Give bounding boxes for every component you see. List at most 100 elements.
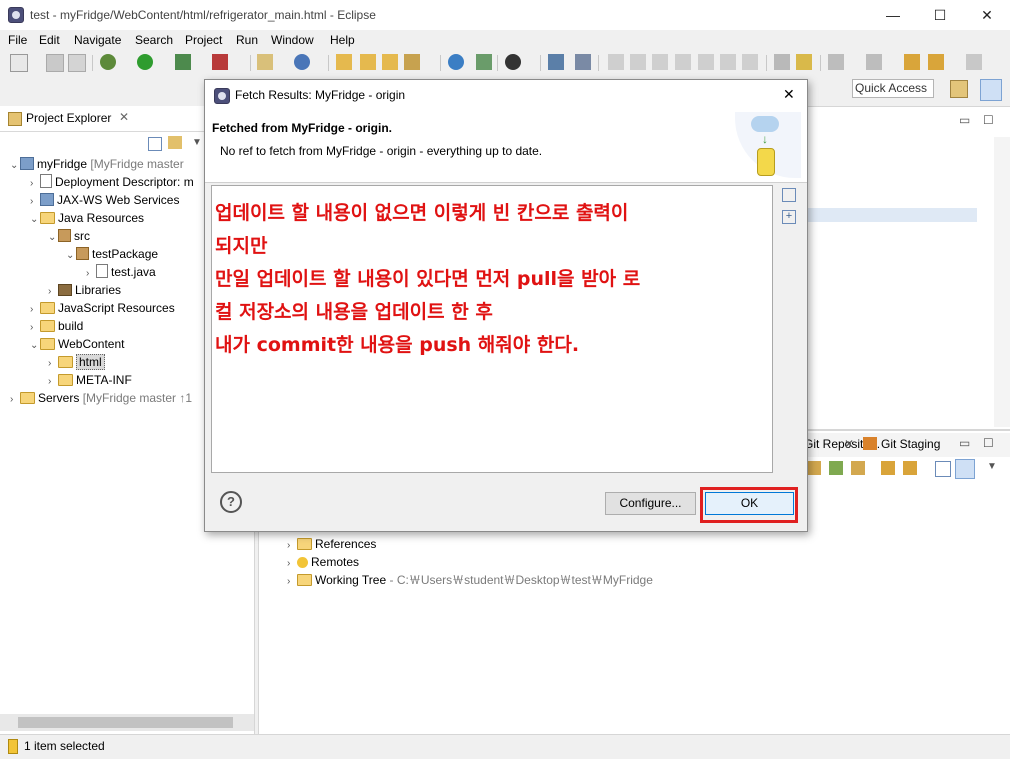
tree-item-meta-inf[interactable]: › META-INF bbox=[48, 371, 132, 389]
server-icon[interactable] bbox=[212, 54, 228, 70]
javaee-perspective-icon[interactable] bbox=[980, 79, 1002, 101]
menu-navigate[interactable]: Navigate bbox=[74, 33, 121, 47]
menu-edit[interactable]: Edit bbox=[39, 33, 60, 47]
tree-item-references[interactable]: › References bbox=[287, 535, 376, 553]
mark-occurrences-icon[interactable] bbox=[796, 54, 812, 70]
chevron-down-icon[interactable]: ⌄ bbox=[48, 229, 58, 247]
console-icon[interactable] bbox=[548, 54, 564, 70]
menu-run[interactable]: Run bbox=[236, 33, 258, 47]
last-edit-icon[interactable] bbox=[904, 54, 920, 70]
menu-search[interactable]: Search bbox=[135, 33, 173, 47]
maximize-button[interactable]: ☐ bbox=[917, 0, 963, 30]
maximize-view-icon[interactable]: ☐ bbox=[983, 113, 994, 127]
chevron-down-icon[interactable]: ⌄ bbox=[10, 157, 20, 175]
forward-icon[interactable] bbox=[966, 54, 982, 70]
vertical-scrollbar[interactable] bbox=[994, 137, 1010, 427]
minimize-button[interactable]: — bbox=[870, 0, 916, 30]
tree-label: Working Tree bbox=[315, 573, 387, 587]
dialog-close-button[interactable]: ✕ bbox=[783, 86, 795, 103]
search-icon[interactable] bbox=[476, 54, 492, 70]
new-icon[interactable] bbox=[10, 54, 28, 72]
minimize-view-icon[interactable]: ▭ bbox=[959, 113, 970, 127]
expand-all-icon[interactable]: + bbox=[782, 210, 796, 224]
tree-item-libraries[interactable]: › Libraries bbox=[48, 281, 121, 299]
pen-icon[interactable] bbox=[404, 54, 420, 70]
tree-item-java-resources[interactable]: ⌄ Java Resources bbox=[30, 209, 144, 227]
back-icon[interactable] bbox=[928, 54, 944, 70]
chevron-right-icon[interactable]: › bbox=[287, 573, 297, 591]
add-repository-icon[interactable] bbox=[807, 461, 821, 475]
open-folder-icon[interactable] bbox=[382, 54, 398, 70]
run-icon[interactable] bbox=[137, 54, 153, 70]
tree-item-deployment-descriptor[interactable]: › Deployment Descriptor: m bbox=[30, 173, 194, 191]
debug-icon[interactable] bbox=[100, 54, 116, 70]
folder-icon bbox=[58, 374, 73, 386]
open-perspective-icon[interactable] bbox=[950, 80, 968, 98]
pin-icon[interactable] bbox=[575, 54, 591, 70]
collapse-all-icon[interactable] bbox=[935, 461, 951, 477]
help-icon[interactable]: ? bbox=[220, 491, 242, 513]
toggle-icon[interactable] bbox=[774, 54, 790, 70]
tree-item-javascript-resources[interactable]: › JavaScript Resources bbox=[30, 299, 175, 317]
save-icon[interactable] bbox=[46, 54, 64, 72]
chevron-down-icon[interactable]: ⌄ bbox=[30, 211, 40, 229]
clone-repository-icon[interactable] bbox=[829, 461, 843, 475]
chevron-right-icon[interactable]: › bbox=[10, 391, 20, 409]
step-over-icon bbox=[720, 54, 736, 70]
tree-label: Servers bbox=[38, 391, 80, 405]
fetch-results-area[interactable]: 업데이트 할 내용이 없으면 이렇게 빈 칸으로 출력이 되지만 만일 업데이트… bbox=[211, 185, 773, 473]
ok-button[interactable]: OK bbox=[705, 492, 794, 515]
collapse-all-icon[interactable] bbox=[782, 188, 796, 202]
view-menu-icon[interactable]: ▼ bbox=[192, 137, 202, 148]
tree-item-servers[interactable]: › Servers [MyFridge master ↑1 bbox=[10, 389, 192, 407]
create-repository-icon[interactable] bbox=[851, 461, 865, 475]
folder-icon bbox=[297, 538, 312, 550]
tree-item-html[interactable]: › html bbox=[48, 353, 105, 371]
menu-window[interactable]: Window bbox=[271, 33, 314, 47]
menu-project[interactable]: Project bbox=[185, 33, 222, 47]
profile-icon[interactable] bbox=[505, 54, 521, 70]
tree-item-test-java[interactable]: › test.java bbox=[86, 263, 156, 281]
tab-git-staging[interactable]: Git Staging bbox=[881, 437, 940, 451]
collapse-all-icon[interactable] bbox=[148, 137, 162, 151]
tree-item-working-tree[interactable]: › Working Tree - C:￦Users￦student￦Desktop… bbox=[287, 571, 653, 589]
horizontal-scrollbar[interactable] bbox=[0, 714, 254, 731]
close-tab-icon[interactable]: ✕ bbox=[844, 437, 854, 451]
close-tab-icon[interactable]: ✕ bbox=[119, 110, 129, 124]
open-type-icon[interactable] bbox=[336, 54, 352, 70]
close-window-button[interactable]: ✕ bbox=[964, 0, 1010, 30]
git-staging-icon bbox=[863, 437, 877, 450]
next-annotation-icon[interactable] bbox=[828, 54, 844, 70]
tree-item-testpackage[interactable]: ⌄ testPackage bbox=[66, 245, 158, 263]
tree-item-remotes[interactable]: › Remotes bbox=[287, 553, 359, 571]
link-editor-icon[interactable] bbox=[168, 136, 182, 149]
save-all-icon[interactable] bbox=[68, 54, 86, 72]
maximize-view-icon[interactable]: ☐ bbox=[983, 436, 994, 450]
prev-annotation-icon[interactable] bbox=[866, 54, 882, 70]
menu-help[interactable]: Help bbox=[330, 33, 355, 47]
tree-item-build[interactable]: › build bbox=[30, 317, 83, 335]
web-service-icon[interactable] bbox=[294, 54, 310, 70]
globe-icon[interactable] bbox=[448, 54, 464, 70]
tree-item-src[interactable]: ⌄ src bbox=[48, 227, 90, 245]
toggle-layout-icon[interactable] bbox=[955, 459, 975, 479]
quick-access-input[interactable]: Quick Access bbox=[852, 79, 934, 98]
minimize-view-icon[interactable]: ▭ bbox=[959, 436, 970, 450]
chevron-down-icon[interactable]: ⌄ bbox=[30, 337, 40, 355]
link-selection-icon[interactable] bbox=[903, 461, 917, 475]
view-menu-icon[interactable]: ▼ bbox=[987, 461, 997, 472]
annotation-line-4: 컬 저장소의 내용을 업데이트 한 후 bbox=[215, 301, 493, 323]
coverage-icon[interactable] bbox=[175, 54, 191, 70]
scrollbar-thumb[interactable] bbox=[18, 717, 233, 728]
chevron-down-icon[interactable]: ⌄ bbox=[66, 247, 76, 265]
refresh-icon[interactable] bbox=[881, 461, 895, 475]
tree-item-jaxws[interactable]: › JAX-WS Web Services bbox=[30, 191, 179, 209]
open-task-icon[interactable] bbox=[360, 54, 376, 70]
tree-item-webcontent[interactable]: ⌄ WebContent bbox=[30, 335, 125, 353]
tree-label: Java Resources bbox=[58, 211, 145, 225]
menu-file[interactable]: File bbox=[8, 33, 27, 47]
dialog-title: Fetch Results: MyFridge - origin bbox=[235, 88, 406, 102]
tree-item-myfridge[interactable]: ⌄ myFridge [MyFridge master bbox=[10, 155, 184, 173]
configure-button[interactable]: Configure... bbox=[605, 492, 696, 515]
new-server-icon[interactable] bbox=[257, 54, 273, 70]
